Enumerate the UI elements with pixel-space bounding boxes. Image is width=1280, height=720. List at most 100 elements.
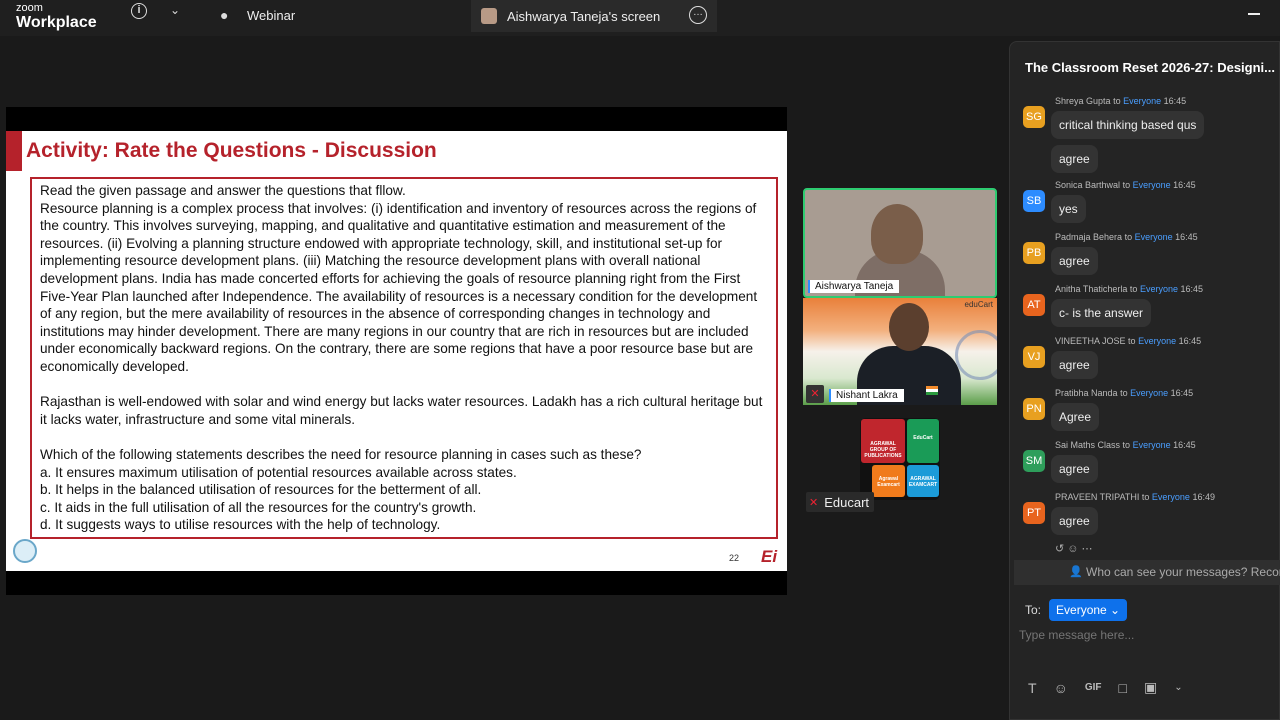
- ashoka-chakra-icon: [955, 330, 997, 380]
- message-header: Padmaja Behera to Everyone 16:45: [1055, 232, 1198, 242]
- passage-box: Read the given passage and answer the qu…: [30, 177, 778, 539]
- file-icon[interactable]: □: [1119, 680, 1127, 696]
- sender-name: Pratibha Nanda: [1055, 388, 1118, 398]
- school-logo-icon: [13, 539, 37, 563]
- message-bubble[interactable]: agree: [1051, 351, 1098, 379]
- emoji-icon[interactable]: ☺: [1054, 680, 1068, 696]
- passage-line: Rajasthan is well-endowed with solar and…: [40, 394, 763, 427]
- message-bubble[interactable]: agree: [1051, 145, 1098, 173]
- examcart-logo: Agrawal Examcart: [872, 465, 905, 497]
- recipient-row: To: Everyone ⌄: [1025, 599, 1128, 621]
- option-b: b. It helps in the balanced utilisation …: [40, 482, 482, 498]
- more-options-icon[interactable]: …: [689, 6, 707, 24]
- video-tile-aishwarya[interactable]: Aishwarya Taneja: [803, 188, 997, 298]
- message-actions[interactable]: ↺ ☺ ⋯: [1055, 542, 1093, 555]
- message-time: 16:45: [1180, 284, 1204, 294]
- passage-line: Which of the following statements descri…: [40, 446, 642, 462]
- avatar[interactable]: PB: [1023, 242, 1045, 264]
- message-header: Sai Maths Class to Everyone 16:45: [1055, 440, 1196, 450]
- gif-icon[interactable]: GIF: [1085, 682, 1102, 693]
- sender-name: Sai Maths Class: [1055, 440, 1121, 450]
- to-word: to: [1141, 492, 1150, 502]
- passage-line: Resource planning is a complex process t…: [40, 200, 758, 374]
- to-word: to: [1129, 284, 1138, 294]
- avatar[interactable]: VJ: [1023, 346, 1045, 368]
- avatar-icon: [481, 8, 497, 24]
- chevron-down-icon[interactable]: ⌄: [1174, 682, 1182, 693]
- recipient-everyone: Everyone: [1138, 336, 1177, 346]
- slide-title: Activity: Rate the Questions - Discussio…: [26, 139, 437, 162]
- avatar[interactable]: PN: [1023, 398, 1045, 420]
- avatar[interactable]: AT: [1023, 294, 1045, 316]
- message-time: 16:45: [1163, 96, 1187, 106]
- message-bubble[interactable]: agree: [1051, 455, 1098, 483]
- ei-logo: Ei: [761, 547, 778, 566]
- tab-shared-screen[interactable]: Aishwarya Taneja's screen …: [471, 0, 717, 32]
- to-word: to: [1113, 96, 1121, 106]
- tab-label: Aishwarya Taneja's screen: [507, 8, 661, 24]
- message-header: Anitha Thaticherla to Everyone 16:45: [1055, 284, 1203, 294]
- educart-video-tile[interactable]: AGRAWAL GROUP OF PUBLICATIONS EduCart Ag…: [860, 418, 940, 500]
- message-header: Sonica Barthwal to Everyone 16:45: [1055, 180, 1196, 190]
- message-bubble[interactable]: c- is the answer: [1051, 299, 1152, 327]
- message-time: 16:45: [1175, 232, 1198, 242]
- tab-webinar[interactable]: ● Webinar: [220, 0, 460, 30]
- avatar[interactable]: SG: [1023, 106, 1045, 128]
- top-bar: zoom Workplace i ⌄ ● Webinar Aishwarya T…: [0, 0, 1280, 36]
- message-time: 16:45: [1173, 440, 1196, 450]
- participant-name: Aishwarya Taneja: [808, 280, 900, 293]
- info-icon[interactable]: i: [131, 3, 147, 19]
- chat-message: AT Anitha Thaticherla to Everyone 16:45 c-…: [1010, 284, 1272, 336]
- mic-muted-icon: ✕: [809, 496, 819, 509]
- passage-line: Read the given passage and answer the qu…: [40, 183, 406, 198]
- message-bubble[interactable]: agree: [1051, 247, 1098, 275]
- chat-message: PB Padmaja Behera to Everyone 16:45 agree: [1010, 232, 1272, 284]
- message-time: 16:45: [1173, 180, 1196, 190]
- mic-muted-icon: ✕: [806, 385, 824, 403]
- text-format-icon[interactable]: T: [1028, 680, 1037, 696]
- avatar[interactable]: SM: [1023, 450, 1045, 472]
- video-tile-nishant[interactable]: eduCart ✕ Nishant Lakra: [803, 298, 997, 405]
- minimize-icon[interactable]: [1248, 13, 1260, 15]
- message-time: 16:45: [1170, 388, 1194, 398]
- recipient-everyone: Everyone: [1134, 232, 1173, 242]
- recipient-everyone: Everyone: [1139, 284, 1178, 294]
- tab-label: Webinar: [247, 7, 296, 23]
- message-header: Pratibha Nanda to Everyone 16:45: [1055, 388, 1193, 398]
- chat-message: SG Shreya Gupta to Everyone 16:45 critical…: [1010, 96, 1272, 182]
- recipient-dropdown[interactable]: Everyone ⌄: [1049, 599, 1128, 621]
- zoom-workplace-logo: zoom Workplace: [16, 3, 97, 31]
- sender-name: VINEETHA JOSE: [1055, 336, 1126, 346]
- participant-name: Nishant Lakra: [829, 389, 904, 402]
- message-input[interactable]: [1019, 628, 1274, 642]
- recipient-everyone: Everyone: [1151, 492, 1190, 502]
- privacy-notice-text: Who can see your messages? Recording: [1086, 565, 1280, 579]
- to-word: to: [1128, 336, 1136, 346]
- message-bubble[interactable]: critical thinking based qus: [1051, 111, 1205, 139]
- brand-line-2: Workplace: [16, 14, 97, 31]
- avatar[interactable]: PT: [1023, 502, 1045, 524]
- educart-name-label: ✕ Educart: [806, 492, 875, 512]
- option-c: c. It aids in the full utilisation of al…: [40, 499, 477, 515]
- to-label: To:: [1025, 603, 1042, 617]
- chat-toolbar: T ☺ GIF □ ▣ ⌄: [1028, 679, 1183, 696]
- message-bubble[interactable]: Agree: [1051, 403, 1100, 431]
- sender-name: Anitha Thaticherla: [1055, 284, 1128, 294]
- chat-message: SM Sai Maths Class to Everyone 16:45 agree: [1010, 440, 1272, 492]
- message-bubble[interactable]: agree: [1051, 507, 1098, 535]
- message-header: VINEETHA JOSE to Everyone 16:45: [1055, 336, 1201, 346]
- sender-name: Shreya Gupta: [1055, 96, 1111, 106]
- option-a: a. It ensures maximum utilisation of pot…: [40, 464, 517, 480]
- india-flag-icon: [926, 386, 938, 395]
- message-time: 16:49: [1192, 492, 1215, 502]
- privacy-notice[interactable]: 👤 Who can see your messages? Recording: [1014, 560, 1280, 585]
- screenshot-icon[interactable]: ▣: [1144, 679, 1157, 696]
- avatar[interactable]: SB: [1023, 190, 1045, 212]
- sender-name: Padmaja Behera: [1055, 232, 1123, 242]
- to-word: to: [1124, 232, 1133, 242]
- agrawal-logo: AGRAWAL GROUP OF PUBLICATIONS: [861, 419, 905, 463]
- chevron-down-icon[interactable]: ⌄: [170, 3, 180, 17]
- chat-message: SB Sonica Barthwal to Everyone 16:45 yes: [1010, 180, 1272, 232]
- message-bubble[interactable]: yes: [1051, 195, 1086, 223]
- slide: Activity: Rate the Questions - Discussio…: [6, 131, 787, 571]
